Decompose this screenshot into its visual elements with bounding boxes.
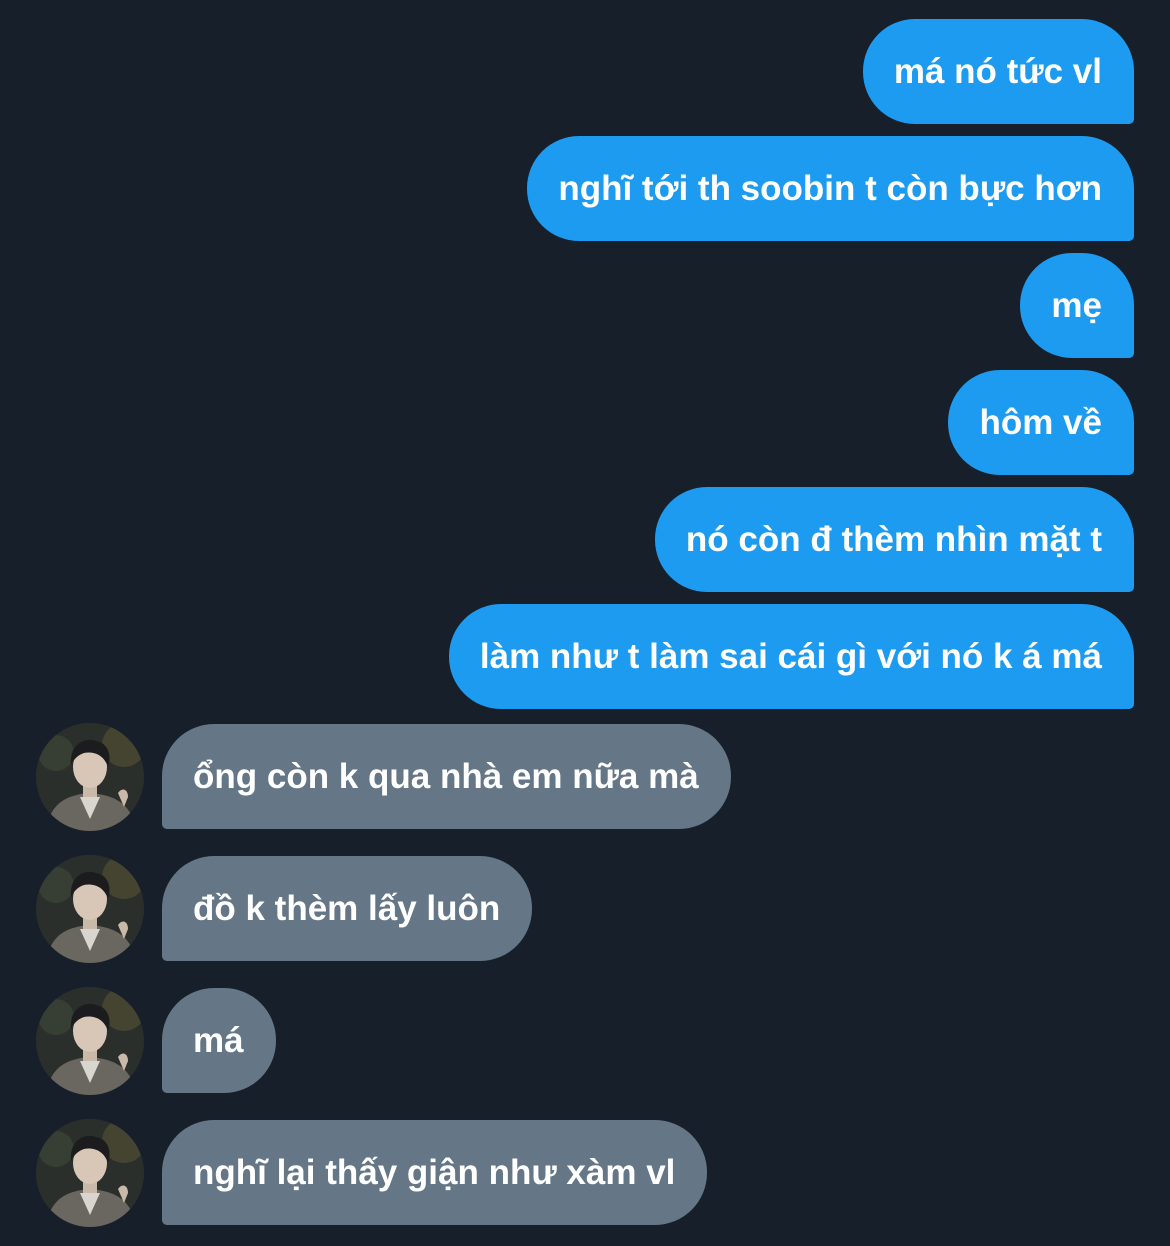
chat-thread: má nó tức vl nghĩ tới th soobin t còn bự… <box>0 0 1170 1246</box>
received-message-bubble[interactable]: má <box>162 988 276 1093</box>
received-message-bubble[interactable]: nghĩ lại thấy giận như xàm vl <box>162 1120 708 1225</box>
sent-message-bubble[interactable]: hôm về <box>948 370 1134 475</box>
received-message-row: ổng còn k qua nhà em nữa mà <box>36 722 731 831</box>
sent-message-row: làm như t làm sai cái gì với nó k á má <box>448 604 1134 709</box>
user-avatar-photo-icon <box>36 986 144 1095</box>
sent-message-bubble[interactable]: nghĩ tới th soobin t còn bực hơn <box>527 136 1134 241</box>
user-avatar-photo-icon <box>36 1118 144 1227</box>
user-avatar-photo-icon <box>36 722 144 831</box>
received-message-row: đồ k thèm lấy luôn <box>36 854 533 963</box>
avatar[interactable] <box>36 1118 144 1227</box>
received-message-row: má <box>36 986 276 1095</box>
avatar[interactable] <box>36 986 144 1095</box>
received-message-row: nghĩ lại thấy giận như xàm vl <box>36 1118 708 1227</box>
sent-message-row: nó còn đ thèm nhìn mặt t <box>654 487 1134 592</box>
sent-message-row: má nó tức vl <box>862 19 1134 124</box>
sent-message-row: nghĩ tới th soobin t còn bực hơn <box>527 136 1134 241</box>
avatar[interactable] <box>36 722 144 831</box>
received-message-bubble[interactable]: đồ k thèm lấy luôn <box>162 856 533 961</box>
sent-message-bubble[interactable]: má nó tức vl <box>862 19 1134 124</box>
user-avatar-photo-icon <box>36 854 144 963</box>
sent-message-bubble[interactable]: làm như t làm sai cái gì với nó k á má <box>448 604 1134 709</box>
sent-message-row: mẹ <box>1020 253 1134 358</box>
received-message-bubble[interactable]: ổng còn k qua nhà em nữa mà <box>162 724 731 829</box>
sent-message-row: hôm về <box>948 370 1134 475</box>
avatar[interactable] <box>36 854 144 963</box>
sent-message-bubble[interactable]: mẹ <box>1020 253 1134 358</box>
sent-message-bubble[interactable]: nó còn đ thèm nhìn mặt t <box>654 487 1134 592</box>
